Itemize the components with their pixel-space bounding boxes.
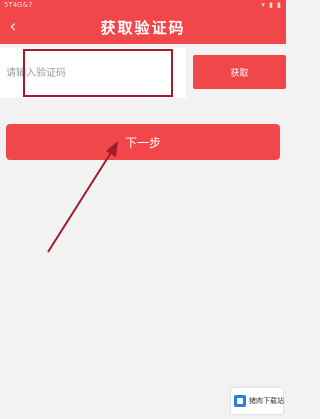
status-bar: 5T4G&7 ▾ ▮ ▮ xyxy=(0,0,286,11)
verification-code-input[interactable] xyxy=(0,48,186,98)
annotation-arrow-line xyxy=(47,150,113,253)
send-code-button[interactable]: 获取 xyxy=(193,55,286,89)
status-icons: ▾ ▮ ▮ xyxy=(261,1,282,9)
status-text: 5T4G&7 xyxy=(4,1,33,9)
watermark-badge: 猪肉下载站 xyxy=(231,388,284,414)
watermark-logo-icon xyxy=(234,395,246,407)
top-bar: 5T4G&7 ▾ ▮ ▮ ‹ 获取验证码 xyxy=(0,0,286,44)
page-title: 获取验证码 xyxy=(100,19,186,37)
watermark-text: 猪肉下载站 xyxy=(249,397,284,405)
next-step-button[interactable]: 下一步 xyxy=(6,124,280,160)
